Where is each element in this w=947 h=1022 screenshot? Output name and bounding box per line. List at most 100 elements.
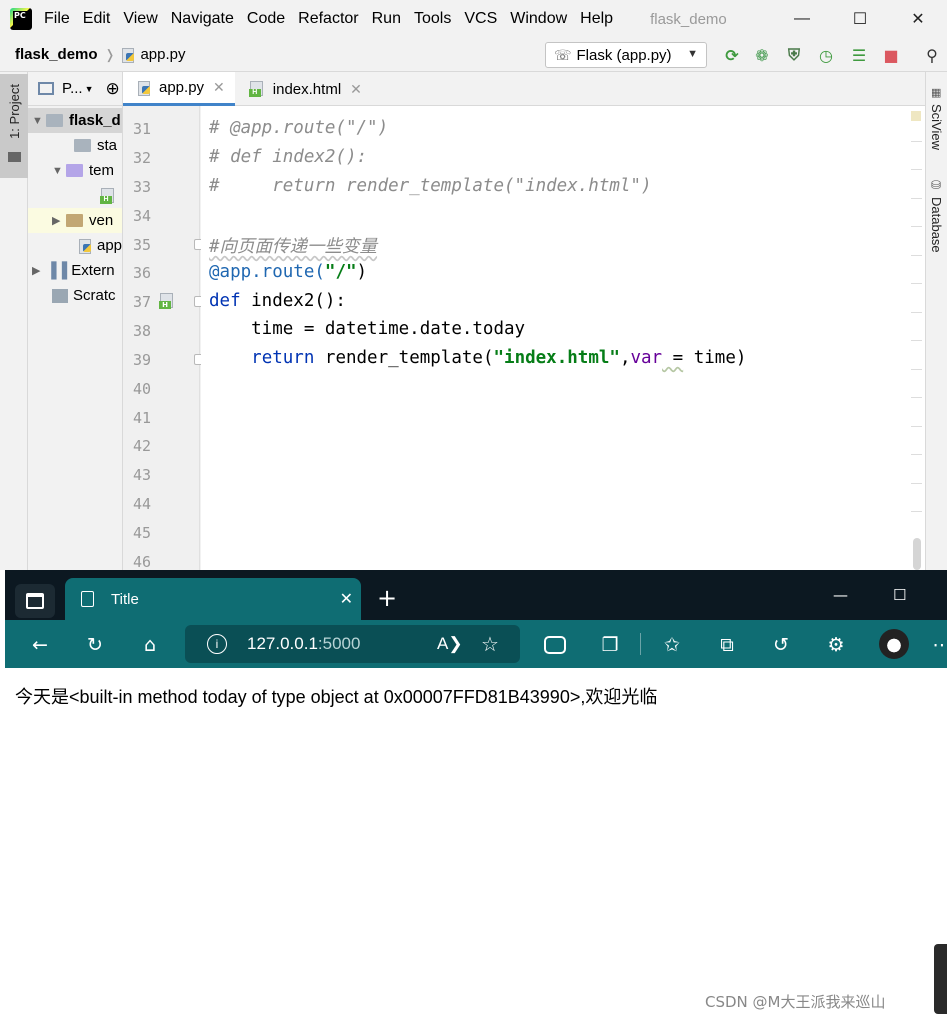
call-text: render_template( xyxy=(314,348,494,368)
menu-code[interactable]: Code xyxy=(247,10,285,28)
chevron-down-icon: ▼ xyxy=(52,164,63,177)
maximize-icon[interactable]: ☐ xyxy=(831,0,889,38)
related-html-icon[interactable]: H xyxy=(159,292,181,314)
tree-item-label: tem xyxy=(89,162,115,179)
refresh-icon[interactable]: ↻ xyxy=(83,633,107,657)
add-favorite-icon[interactable]: ☆ xyxy=(481,632,499,657)
more-icon[interactable]: ⋯ xyxy=(930,633,947,657)
stop-icon[interactable]: ■ xyxy=(881,45,901,65)
database-icon: ⛁ xyxy=(931,178,942,192)
profile-icon[interactable]: ◷ xyxy=(816,45,836,65)
performance-icon[interactable]: ⚙ xyxy=(824,633,848,657)
close-tab-icon[interactable]: ✕ xyxy=(340,589,353,609)
maximize-icon[interactable]: ☐ xyxy=(893,586,906,604)
tree-item-static[interactable]: sta xyxy=(74,133,117,158)
python-file-icon xyxy=(121,47,135,63)
comment-text: #向页面传递一些变量 xyxy=(209,237,378,257)
scrollbar-thumb[interactable] xyxy=(913,538,921,570)
line-number: 46 xyxy=(132,553,151,570)
menu-tools[interactable]: Tools xyxy=(414,10,451,28)
editor-scrollbar[interactable] xyxy=(909,106,925,570)
browser-tab[interactable]: Title ✕ xyxy=(65,578,361,620)
tab-actions-button[interactable] xyxy=(15,584,55,618)
menu-edit[interactable]: Edit xyxy=(83,10,111,28)
close-tab-icon[interactable]: ✕ xyxy=(350,81,362,98)
library-icon: ▐▐ xyxy=(46,262,68,279)
inspection-status-icon[interactable] xyxy=(911,111,921,121)
chevron-down-icon: ▼ xyxy=(687,48,698,60)
project-tool-tab[interactable]: 1: Project xyxy=(0,74,28,178)
sidebar-widget[interactable] xyxy=(934,944,947,1014)
editor-tab-bar: app.py ✕ H index.html ✕ xyxy=(123,72,925,106)
rerun-icon[interactable]: ⟳ xyxy=(722,45,742,65)
avatar[interactable] xyxy=(879,629,909,659)
menu-help[interactable]: Help xyxy=(580,10,613,28)
breadcrumb-file[interactable]: app.py xyxy=(140,46,185,63)
menu-vcs[interactable]: VCS xyxy=(464,10,497,28)
scroll-mark xyxy=(911,255,922,256)
back-icon[interactable]: ← xyxy=(28,633,52,657)
tab-actions-icon xyxy=(26,593,44,609)
tree-item-index-html[interactable]: H xyxy=(100,183,122,208)
string-literal: "/" xyxy=(324,262,357,282)
project-view-icon xyxy=(38,82,54,95)
menu-run[interactable]: Run xyxy=(372,10,401,28)
project-view-selector[interactable]: P... xyxy=(62,80,83,97)
extension-icon[interactable] xyxy=(543,633,567,657)
menu-file[interactable]: File xyxy=(44,10,70,28)
minimize-icon[interactable]: — xyxy=(833,586,848,604)
code-editor[interactable]: # @app.route("/") # def index2(): # retu… xyxy=(201,106,909,570)
run-tasks-icon[interactable]: ☰ xyxy=(849,45,869,65)
site-info-icon[interactable]: i xyxy=(207,634,227,654)
tree-item-scratches[interactable]: Scratc xyxy=(52,283,116,308)
project-folder-icon xyxy=(8,152,21,162)
chevron-right-icon: ❭ xyxy=(104,46,116,62)
breadcrumb-project[interactable]: flask_demo xyxy=(15,46,98,63)
chevron-right-icon: ▶ xyxy=(32,265,41,277)
line-number: 36 xyxy=(132,264,151,282)
close-tab-icon[interactable]: ✕ xyxy=(213,79,225,96)
sciview-tool-tab[interactable]: SciView xyxy=(929,104,944,150)
read-aloud-icon[interactable]: A❯ xyxy=(437,634,463,654)
keyword: return xyxy=(251,348,315,368)
address-bar[interactable]: i 127.0.0.1:5000 A❯ ☆ xyxy=(185,625,520,663)
project-tool-label: 1: Project xyxy=(7,84,22,139)
editor-gutter: 31 32 33 34 35 36 37 38 39 40 41 42 43 4… xyxy=(123,106,205,570)
extensions-icon[interactable]: ❐ xyxy=(598,633,622,657)
menu-navigate[interactable]: Navigate xyxy=(171,10,234,28)
line-number: 35 xyxy=(132,236,151,254)
tab-app-py[interactable]: app.py ✕ xyxy=(123,72,235,106)
menu-window[interactable]: Window xyxy=(510,10,567,28)
tree-item-project-root[interactable]: ▼ flask_d xyxy=(28,108,122,133)
line-number: 41 xyxy=(132,409,151,427)
coverage-icon[interactable]: ⛨ xyxy=(784,45,804,65)
menu-refactor[interactable]: Refactor xyxy=(298,10,358,28)
database-tool-tab[interactable]: Database xyxy=(929,197,944,253)
code-line-36: @app.route("/") xyxy=(209,262,367,282)
tree-item-templates[interactable]: ▼ tem xyxy=(52,158,114,183)
locate-icon[interactable]: ⊕ xyxy=(106,79,120,99)
menu-view[interactable]: View xyxy=(123,10,157,28)
home-icon[interactable]: ⌂ xyxy=(138,633,162,657)
run-configuration-select[interactable]: ☏ Flask (app.py) ▼ xyxy=(545,42,707,68)
python-file-icon xyxy=(137,80,151,96)
line-number: 39 xyxy=(132,351,151,369)
tree-item-external-libraries[interactable]: ▶ ▐▐ Extern xyxy=(32,258,115,283)
tab-index-html[interactable]: H index.html ✕ xyxy=(235,72,372,106)
favorites-icon[interactable]: ✩ xyxy=(660,633,684,657)
scroll-mark xyxy=(911,454,922,455)
minimize-icon[interactable]: — xyxy=(773,0,831,38)
search-icon[interactable]: ⚲ xyxy=(922,45,942,65)
pycharm-logo-icon: PC xyxy=(10,8,32,30)
scroll-mark xyxy=(911,340,922,341)
history-icon[interactable]: ↺ xyxy=(769,633,793,657)
collections-icon[interactable]: ⧉ xyxy=(715,633,739,657)
tree-item-venv[interactable]: ▶ ven xyxy=(28,208,122,233)
keyword-argument: var xyxy=(630,348,663,368)
debug-icon[interactable]: ❁ xyxy=(752,45,772,65)
new-tab-icon[interactable]: + xyxy=(373,584,401,612)
close-icon[interactable]: ✕ xyxy=(889,0,947,38)
tree-item-app-py[interactable]: app xyxy=(78,233,122,258)
decorator: @app.route( xyxy=(209,262,325,282)
scratch-icon xyxy=(52,288,68,303)
